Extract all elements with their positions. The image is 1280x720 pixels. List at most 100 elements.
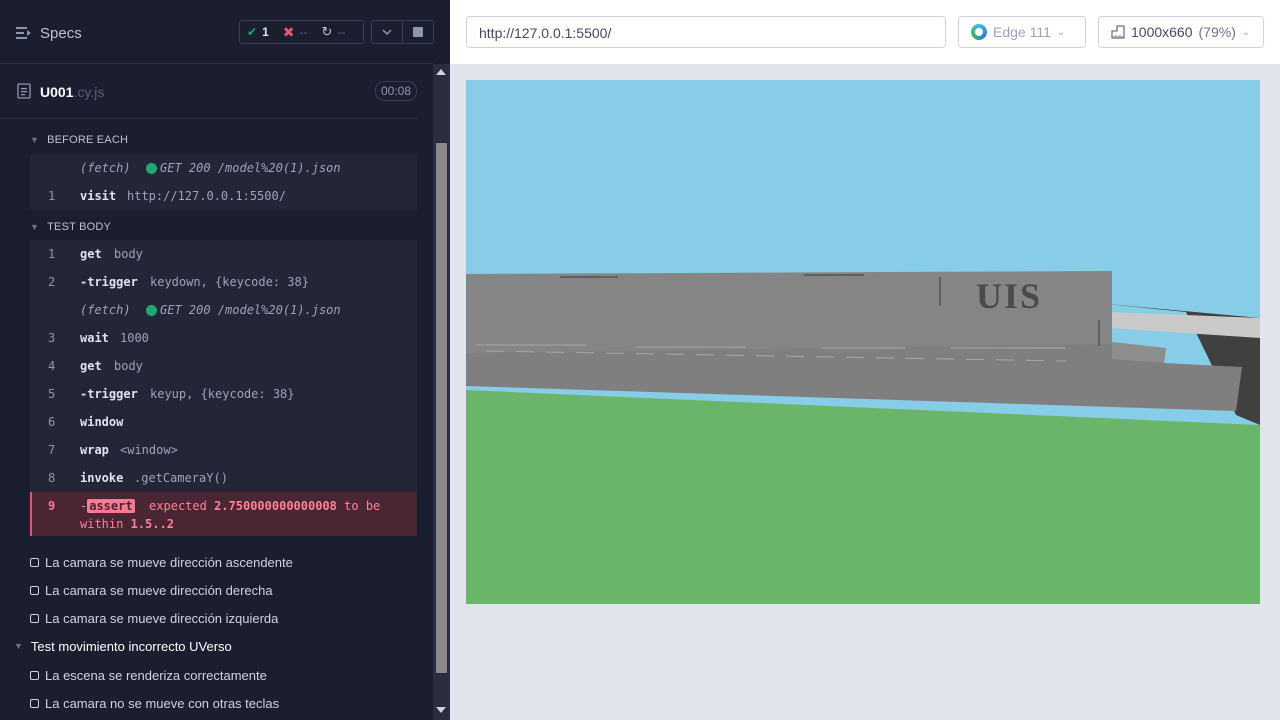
command-row[interactable]: 8 invoke .getCameraY() [30, 464, 417, 492]
command-message: keydown, {keycode: 38} [150, 275, 309, 289]
aut-panel: http://127.0.0.1:5500/ Edge 111 ⌄ 1000x6… [450, 0, 1280, 720]
command-row[interactable]: 7 wrap <window> [30, 436, 417, 464]
failed-assert-row[interactable]: 9 - assert expected 2.750000000000008 to … [30, 492, 417, 536]
command-name: -trigger [80, 275, 138, 289]
passed-count: ✔ 1 [240, 21, 276, 43]
test-title: La camara se mueve dirección izquierda [45, 610, 279, 626]
aut-iframe[interactable]: UIS [466, 80, 1260, 604]
command-name: invoke [80, 471, 124, 485]
test-item[interactable]: La camara no se mueve con otras teclas [30, 689, 279, 717]
command-name: wait [80, 331, 109, 345]
command-row[interactable]: 2 -trigger keydown, {keycode: 38} [30, 268, 417, 296]
specs-label: Specs [40, 24, 82, 42]
assert-error-message: - assert expected 2.750000000000008 to be… [80, 497, 400, 533]
scroll-up-arrow-icon[interactable] [436, 69, 446, 75]
command-number: 6 [48, 415, 56, 429]
reporter-scrollbar[interactable] [433, 64, 450, 720]
scrollbar-thumb[interactable] [436, 143, 447, 673]
command-name: visit [80, 189, 117, 203]
command-message: http://127.0.0.1:5500/ [127, 189, 286, 203]
test-item[interactable]: La camara se mueve dirección ascendente [30, 548, 293, 576]
3d-scene-canvas[interactable]: UIS [466, 80, 1260, 604]
command-number: 7 [48, 443, 56, 457]
command-message: 1000 [120, 331, 149, 345]
document-icon [17, 83, 31, 99]
command-log: U001.cy.js 00:08 ▼ BEFORE EACH (fetch) G… [0, 65, 433, 720]
viewport-size: 1000x660 [1131, 24, 1193, 40]
reporter-header: Specs ✔ 1 ✖ -- ↻ -- [0, 0, 434, 64]
test-item[interactable]: La camara se mueve dirección derecha [30, 576, 273, 604]
expected-range: 1.5..2 [130, 517, 174, 531]
specs-toggle-button[interactable]: Specs [16, 22, 82, 44]
test-pending-icon [30, 698, 39, 708]
viewport-selector[interactable]: 1000x660 (79%) ⌄ [1098, 16, 1264, 48]
browser-selector[interactable]: Edge 111 ⌄ [958, 16, 1086, 48]
browser-label: Edge 111 [993, 24, 1051, 40]
spec-file-base: U001 [40, 84, 74, 100]
command-number: 3 [48, 331, 56, 345]
command-row[interactable]: 6 window [30, 408, 417, 436]
fetch-text: GET 200 /model%20(1).json [160, 161, 341, 175]
before-each-hook-header[interactable]: ▼ BEFORE EACH [30, 127, 128, 153]
command-message: body [114, 359, 143, 373]
test-pending-icon [30, 585, 39, 595]
passed-value: 1 [262, 25, 269, 39]
chevron-down-icon: ⌄ [1241, 26, 1251, 38]
command-name: get [80, 247, 102, 261]
spec-duration: 00:08 [375, 81, 418, 101]
test-pending-icon [30, 613, 39, 623]
command-message: keyup, {keycode: 38} [150, 387, 295, 401]
viewport-scale: (79%) [1198, 24, 1236, 40]
command-row[interactable]: 1 visit http://127.0.0.1:5500/ [30, 182, 417, 210]
command-row[interactable]: (fetch) GET 200 /model%20(1).json [30, 296, 417, 324]
test-title: La camara se mueve dirección derecha [45, 582, 273, 598]
pending-value: -- [337, 25, 346, 39]
scene-ground [466, 390, 1260, 604]
failed-count: ✖ -- [276, 21, 315, 43]
test-title: La camara no se mueve con otras teclas [45, 695, 280, 711]
command-number: 8 [48, 471, 56, 485]
pending-icon: ↻ [321, 24, 333, 39]
command-row[interactable]: 3 wait 1000 [30, 324, 417, 352]
test-body-header[interactable]: ▼ TEST BODY [30, 214, 111, 240]
before-each-commands: (fetch) GET 200 /model%20(1).json 1 visi… [30, 154, 417, 210]
pending-count: ↻ -- [314, 21, 352, 43]
scene-sign-text: UIS [976, 276, 1042, 316]
chevron-down-icon: ▼ [30, 135, 40, 145]
chevron-down-icon [382, 29, 392, 35]
check-icon: ✔ [247, 25, 258, 39]
command-name: (fetch) [80, 303, 131, 317]
failed-value: -- [299, 25, 308, 39]
command-number: 9 [48, 499, 56, 513]
command-row[interactable]: 1 get body [30, 240, 417, 268]
hook-label: BEFORE EACH [47, 134, 129, 146]
fetch-text: GET 200 /model%20(1).json [160, 303, 341, 317]
test-pending-icon [30, 670, 39, 680]
stop-button[interactable] [402, 20, 434, 44]
command-number: 2 [48, 275, 56, 289]
spec-file-name[interactable]: U001.cy.js [40, 84, 104, 100]
actual-value: 2.750000000000008 [214, 499, 337, 513]
status-dot-icon [146, 162, 157, 174]
test-item[interactable]: La escena se renderiza correctamente [30, 661, 267, 689]
test-title: La camara se mueve dirección ascendente [45, 554, 293, 570]
command-name: (fetch) [80, 161, 131, 175]
collapse-button[interactable] [371, 20, 403, 44]
aut-header: http://127.0.0.1:5500/ Edge 111 ⌄ 1000x6… [450, 0, 1280, 64]
command-message: GET 200 /model%20(1).json [146, 303, 341, 317]
command-row[interactable]: 4 get body [30, 352, 417, 380]
command-number: 5 [48, 387, 56, 401]
x-icon: ✖ [282, 23, 295, 40]
chevron-down-icon: ▼ [14, 641, 23, 651]
stop-icon [413, 27, 423, 37]
command-message: .getCameraY() [134, 471, 228, 485]
command-row[interactable]: 5 -trigger keyup, {keycode: 38} [30, 380, 417, 408]
command-row[interactable]: (fetch) GET 200 /model%20(1).json [30, 154, 417, 182]
url-input[interactable]: http://127.0.0.1:5500/ [466, 16, 946, 48]
ruler-icon [1111, 25, 1125, 39]
command-name: get [80, 359, 102, 373]
scroll-down-arrow-icon[interactable] [436, 707, 446, 713]
test-item[interactable]: La camara se mueve dirección izquierda [30, 604, 278, 632]
suite-header[interactable]: ▼ Test movimiento incorrecto UVerso [14, 632, 232, 660]
expected-word: expected [149, 499, 207, 513]
